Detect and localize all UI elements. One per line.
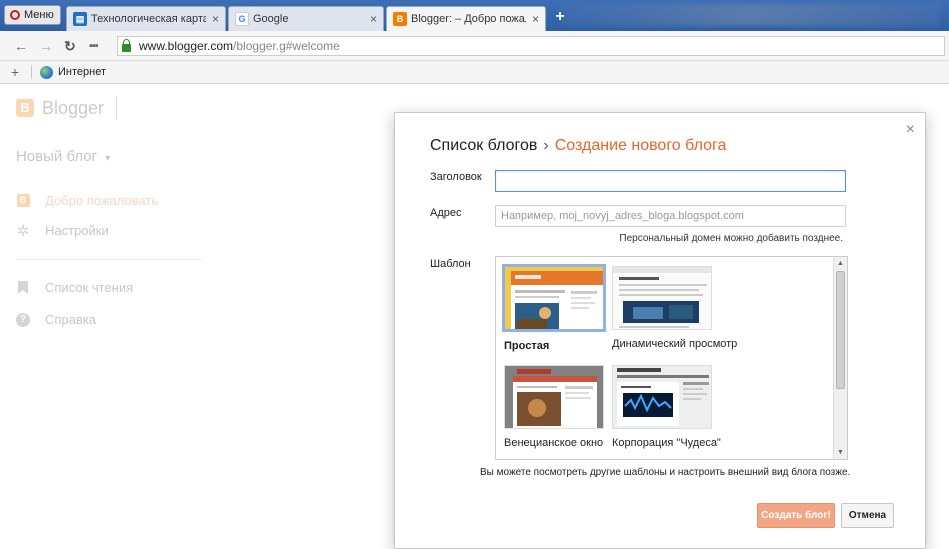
tab-close-icon[interactable]: × [532, 12, 539, 26]
template-simple-image [505, 267, 603, 329]
breadcrumb-blog-list[interactable]: Список блогов [430, 137, 537, 154]
template-awesome-preview [612, 365, 712, 429]
blogger-icon: B [393, 12, 407, 26]
breadcrumb-current: Создание нового блога [554, 137, 727, 154]
tab-label: Технологическая карта - [91, 13, 206, 25]
sidebar-item-label: Справка [45, 312, 96, 327]
bookmark-internet[interactable]: Интернет [58, 66, 106, 78]
opera-menu-button[interactable]: Меню [4, 5, 61, 25]
template-name: Венецианское окно [504, 437, 604, 449]
template-simple-preview [502, 264, 606, 332]
scrollbar-thumb[interactable] [836, 271, 845, 389]
google-icon: G [235, 12, 249, 26]
url-domain: www.blogger.com [139, 39, 234, 53]
template-name: Динамический просмотр [612, 338, 738, 350]
reload-icon[interactable]: ↻ [64, 38, 76, 55]
template-picture-window[interactable]: Венецианское окно [504, 365, 606, 449]
tab-label: Blogger: – Добро пожало [411, 13, 526, 25]
sidebar-item-settings[interactable]: ✲ Настройки [16, 222, 109, 240]
create-blog-button[interactable]: Создать блог! [757, 503, 835, 528]
blogger-logo-icon: B [16, 99, 34, 117]
template-label: Шаблон [430, 258, 471, 270]
tab-tech-card[interactable]: ▤ Технологическая карта - × [66, 6, 226, 31]
blog-title-input[interactable] [495, 170, 846, 192]
lock-icon [122, 38, 131, 52]
url-path: /blogger.g#welcome [233, 39, 340, 53]
tab-close-icon[interactable]: × [370, 12, 377, 26]
browser-tab-bar: Меню ▤ Технологическая карта - × G Googl… [0, 0, 949, 31]
back-arrow-icon[interactable]: ← [14, 38, 28, 54]
header-divider [116, 96, 118, 120]
gear-icon: ✲ [16, 222, 30, 240]
opera-menu-label: Меню [24, 9, 54, 21]
sidebar-item-label: Список чтения [45, 280, 134, 295]
globe-icon [40, 65, 53, 79]
add-bookmark-button[interactable]: + [5, 64, 25, 80]
blog-address-input[interactable]: Например, moj_novyj_adres_bloga.blogspot… [495, 205, 846, 227]
sidebar-item-welcome[interactable]: B Добро пожаловать [16, 193, 158, 208]
new-tab-button[interactable]: + [551, 8, 569, 26]
sidebar-divider [16, 259, 202, 260]
sidebar-item-reading-list[interactable]: Список чтения [16, 280, 133, 295]
tab-google[interactable]: G Google × [228, 6, 384, 31]
scroll-down-icon[interactable]: ▼ [837, 449, 844, 456]
create-blog-dialog: × Список блогов › Создание нового блога За… [394, 112, 926, 549]
template-scrollbar[interactable]: ▲ ▼ [833, 257, 847, 459]
sidebar-item-label: Добро пожаловать [45, 193, 159, 208]
title-label: Заголовок [430, 171, 482, 183]
tab-close-icon[interactable]: × [212, 12, 219, 26]
bookmarks-divider [31, 65, 32, 79]
bookmarks-bar: + Интернет [0, 61, 949, 84]
forward-arrow-icon[interactable]: → [39, 38, 53, 54]
template-name: Корпорация "Чудеса" [612, 437, 721, 449]
blogger-header: B Blogger [16, 96, 118, 120]
cancel-button[interactable]: Отмена [841, 503, 894, 528]
url-field[interactable]: www.blogger.com/blogger.g#welcome [117, 36, 945, 56]
blogger-brand: Blogger [42, 97, 105, 118]
new-blog-dropdown[interactable]: Новый блог ▾ [16, 148, 110, 165]
opera-logo-icon [10, 10, 20, 20]
domain-hint: Персональный домен можно добавить поздне… [619, 233, 843, 244]
dialog-breadcrumb: Список блогов › Создание нового блога [430, 137, 726, 155]
address-label: Адрес [430, 207, 462, 219]
document-icon: ▤ [73, 12, 87, 26]
template-awesome-image [613, 366, 711, 428]
template-picker: Простая Динамический просмотр Венецианск… [495, 256, 848, 460]
breadcrumb-separator: › [543, 137, 549, 154]
blogger-icon: B [16, 194, 30, 208]
template-hint: Вы можете посмотреть другие шаблоны и на… [480, 467, 851, 478]
speed-dial-icon[interactable]: ▪▪▪ [89, 40, 99, 52]
template-picture-preview [504, 365, 604, 429]
template-dynamic-image [613, 267, 711, 329]
chevron-down-icon: ▾ [105, 153, 111, 164]
tab-label: Google [253, 13, 289, 25]
template-simple[interactable]: Простая [502, 264, 606, 352]
help-icon: ? [16, 312, 30, 327]
template-dynamic-view[interactable]: Динамический просмотр [612, 266, 738, 350]
new-blog-label: Новый блог [16, 148, 98, 165]
template-picture-image [505, 366, 603, 428]
address-bar: ← → ↻ ▪▪▪ www.blogger.com/blogger.g#welc… [0, 31, 949, 61]
sidebar-item-label: Настройки [45, 223, 109, 238]
tab-blogger[interactable]: B Blogger: – Добро пожало × [386, 6, 546, 31]
scroll-up-icon[interactable]: ▲ [837, 260, 844, 267]
sidebar-item-help[interactable]: ? Справка [16, 312, 96, 327]
close-icon[interactable]: × [906, 121, 915, 139]
template-name: Простая [504, 340, 550, 352]
template-awesome-inc[interactable]: Корпорация "Чудеса" [612, 365, 721, 449]
tab-bar-blurred-area [560, 4, 940, 26]
bookmark-icon [16, 281, 30, 295]
template-dynamic-preview [612, 266, 712, 330]
